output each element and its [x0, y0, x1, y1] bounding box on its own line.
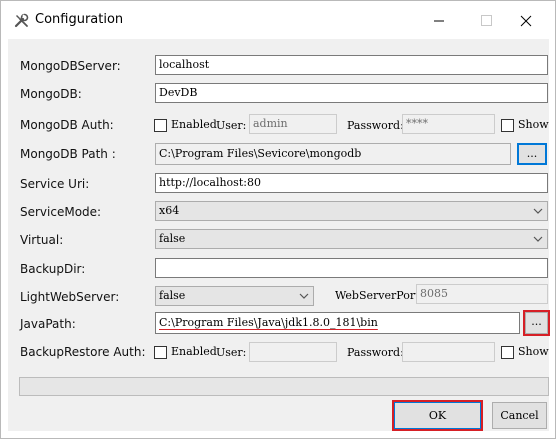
service-uri-input[interactable]: http://localhost:80	[155, 173, 548, 193]
java-path-input[interactable]: C:\Program Files\Java\jdk1.8.0_181\bin	[155, 312, 520, 334]
maximize-button[interactable]	[462, 1, 508, 39]
backup-restore-user-label: User:	[216, 346, 247, 359]
backup-dir-input[interactable]	[155, 258, 548, 278]
backup-restore-user-input[interactable]	[249, 342, 337, 362]
progress-bar	[19, 377, 549, 396]
backup-restore-show-checkbox[interactable]	[501, 346, 514, 359]
virtual-select[interactable]: false	[155, 229, 548, 249]
light-web-server-value: false	[159, 289, 186, 302]
ok-button[interactable]: OK	[392, 400, 483, 431]
dialog-body: MongoDBServer: localhost MongoDB: DevDB …	[8, 39, 550, 431]
configuration-window: Configuration MongoDBServer: localhost M…	[0, 0, 556, 439]
service-uri-label: Service Uri:	[20, 177, 90, 191]
mongodb-input[interactable]: DevDB	[155, 83, 548, 103]
backup-restore-enabled-checkbox[interactable]	[154, 346, 167, 359]
mongodb-path-browse-button[interactable]: ...	[517, 143, 547, 165]
virtual-value: false	[159, 232, 186, 245]
mongodb-server-input[interactable]: localhost	[155, 55, 548, 75]
maximize-icon	[481, 15, 492, 26]
web-server-port-input[interactable]: 8085	[416, 284, 548, 304]
java-path-browse-button[interactable]: ...	[523, 310, 550, 336]
chevron-down-icon	[533, 208, 543, 214]
light-web-server-label: LightWebServer:	[20, 290, 120, 304]
close-icon	[520, 15, 532, 27]
mongodb-auth-enabled-label: Enabled	[171, 118, 217, 131]
backup-restore-password-input[interactable]	[402, 342, 495, 362]
mongodb-auth-show-label: Show	[518, 118, 549, 131]
mongodb-path-label: MongoDB Path :	[20, 147, 116, 161]
close-button[interactable]	[509, 1, 555, 39]
title-bar[interactable]: Configuration	[1, 1, 555, 39]
backup-restore-enabled-label: Enabled	[171, 345, 217, 358]
chevron-down-icon	[533, 236, 543, 242]
backup-restore-password-label: Password:	[347, 346, 404, 359]
mongodb-auth-password-input[interactable]: ****	[402, 114, 495, 134]
mongodb-auth-password-label: Password:	[347, 119, 404, 132]
mongodb-auth-show-checkbox[interactable]	[501, 119, 514, 132]
java-path-value: C:\Program Files\Java\jdk1.8.0_181\bin	[159, 316, 378, 329]
window-title: Configuration	[35, 12, 124, 27]
service-mode-value: x64	[159, 204, 180, 217]
mongodb-server-label: MongoDBServer:	[20, 59, 121, 73]
mongodb-auth-user-label: User:	[216, 119, 247, 132]
tools-icon	[14, 13, 29, 28]
backup-restore-auth-label: BackupRestore Auth:	[20, 345, 146, 359]
mongodb-auth-enabled-checkbox[interactable]	[154, 119, 167, 132]
backup-restore-show-label: Show	[518, 345, 549, 358]
cancel-button[interactable]: Cancel	[492, 402, 547, 429]
service-mode-select[interactable]: x64	[155, 201, 548, 221]
backup-dir-label: BackupDir:	[20, 262, 86, 276]
minimize-button[interactable]	[416, 1, 462, 39]
java-path-label: JavaPath:	[20, 317, 76, 331]
web-server-port-label: WebServerPort:	[335, 289, 424, 302]
mongodb-label: MongoDB:	[20, 87, 82, 101]
light-web-server-select[interactable]: false	[155, 286, 314, 306]
mongodb-path-input[interactable]: C:\Program Files\Sevicore\mongodb	[155, 143, 511, 165]
mongodb-auth-user-input[interactable]: admin	[249, 114, 337, 134]
minimize-icon	[434, 20, 444, 22]
virtual-label: Virtual:	[20, 233, 64, 247]
chevron-down-icon	[299, 293, 309, 299]
service-mode-label: ServiceMode:	[20, 205, 102, 219]
mongodb-auth-label: MongoDB Auth:	[20, 118, 114, 132]
